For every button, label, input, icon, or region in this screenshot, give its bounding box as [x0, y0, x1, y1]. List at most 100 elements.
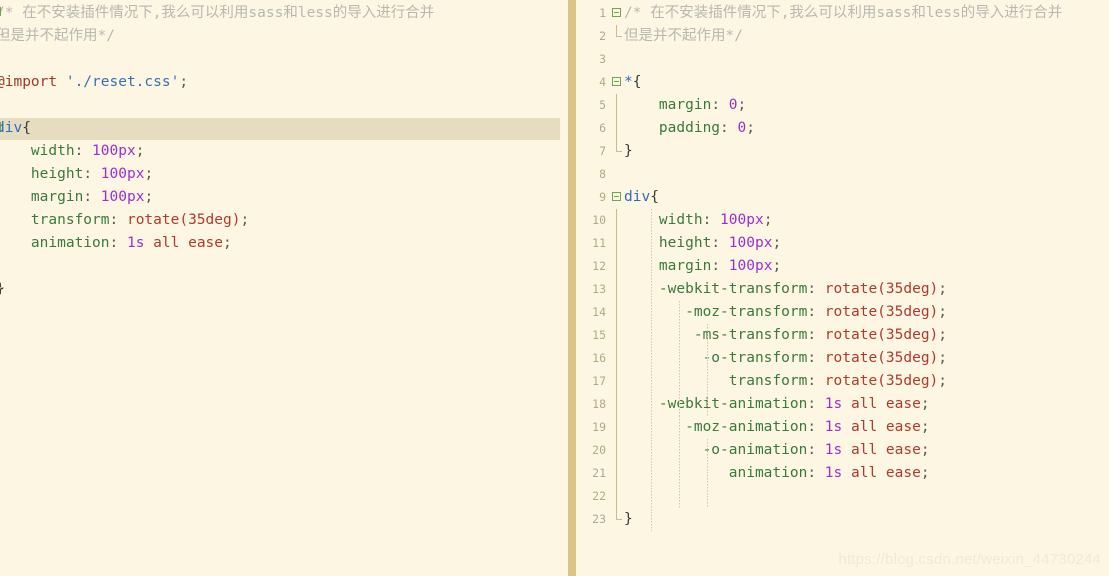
code-token: : [74, 143, 93, 159]
code-line[interactable]: } [624, 140, 633, 163]
fold-guide-line [616, 347, 617, 370]
code-token: ; [772, 235, 782, 251]
code-line[interactable]: } [624, 508, 633, 531]
code-token: : [807, 419, 825, 435]
code-token: } [624, 511, 633, 527]
fold-guide-line [616, 393, 617, 416]
fold-collapse-icon[interactable] [612, 77, 621, 86]
code-token: 0 [737, 120, 747, 136]
code-token: ; [920, 419, 930, 435]
code-token: margin [624, 97, 712, 113]
code-token: { [632, 74, 642, 90]
code-token: ; [938, 373, 948, 389]
indent-guide [651, 209, 652, 531]
code-line[interactable]: -o-transform: rotate(35deg); [624, 347, 947, 370]
code-token: 100px [728, 258, 773, 274]
code-line[interactable]: height: 100px; [0, 163, 153, 186]
code-token: : [807, 373, 825, 389]
fold-guide-line [616, 508, 617, 519]
code-token: all ease [851, 465, 921, 481]
code-token: 1s [824, 442, 843, 458]
pane-divider[interactable] [568, 0, 576, 576]
line-number: 23 [592, 512, 606, 526]
code-line[interactable]: -ms-transform: rotate(35deg); [624, 324, 947, 347]
code-line[interactable]: transform: rotate(35deg); [0, 209, 249, 232]
line-number: 2 [599, 29, 606, 43]
indent-guide [679, 301, 680, 416]
code-token: rotate(35deg) [126, 212, 241, 228]
code-line[interactable]: width: 100px; [0, 140, 145, 163]
left-editor-pane[interactable]: /* 在不安装插件情况下,我么可以利用sass和less的导入进行合并 但是并不起… [0, 0, 568, 576]
code-token: 1s [126, 235, 145, 251]
line-number: 15 [592, 328, 606, 342]
code-token: : [711, 258, 729, 274]
fold-collapse-icon[interactable] [612, 8, 621, 17]
code-token: transform [0, 212, 110, 228]
code-token: } [624, 143, 633, 159]
code-line[interactable]: div{ [624, 186, 659, 209]
code-token: ; [938, 304, 948, 320]
code-line[interactable]: -moz-transform: rotate(35deg); [624, 301, 947, 324]
code-token: ; [938, 350, 948, 366]
code-line[interactable]: -webkit-animation: 1s all ease; [624, 393, 930, 416]
code-token: 100px [728, 235, 773, 251]
code-token: : [807, 442, 825, 458]
code-line[interactable]: /* 在不安装插件情况下,我么可以利用sass和less的导入进行合并 [0, 2, 434, 25]
code-line[interactable]: margin: 100px; [624, 255, 781, 278]
code-line[interactable]: animation: 1s all ease; [624, 462, 930, 485]
code-token: 1s [824, 419, 843, 435]
fold-end-icon[interactable] [0, 287, 4, 288]
code-token: all ease [153, 235, 224, 251]
code-token: 100px [100, 166, 145, 182]
fold-marker-icon[interactable] [0, 122, 1, 131]
code-token: ; [240, 212, 250, 228]
code-line[interactable]: } [0, 278, 5, 301]
right-editor-pane[interactable]: 1 /* 在不安装插件情况下,我么可以利用sass和less的导入进行合并 2 但是并… [576, 0, 1109, 576]
indent-guide [679, 416, 680, 508]
code-token: /* 在不安装插件情况下,我么可以利用sass和less的导入进行合并 [624, 5, 1063, 21]
code-line[interactable]: @import './reset.css'; [0, 71, 188, 94]
code-token: : [711, 97, 729, 113]
code-token: : [807, 396, 825, 412]
code-line[interactable]: -webkit-transform: rotate(35deg); [624, 278, 947, 301]
code-token: ; [920, 442, 930, 458]
code-token: all ease [851, 396, 921, 412]
code-token: animation [0, 235, 110, 251]
fold-collapse-icon[interactable] [612, 192, 621, 201]
code-token: : [83, 166, 101, 182]
fold-guide-line [616, 209, 617, 232]
code-token: 0 [728, 97, 738, 113]
code-token: ; [746, 120, 755, 136]
code-token: : [807, 350, 825, 366]
code-token: ; [179, 74, 189, 90]
code-line[interactable]: 但是并不起作用*/ [0, 25, 115, 48]
code-line[interactable]: animation: 1s all ease; [0, 232, 232, 255]
fold-marker-icon[interactable] [0, 7, 1, 16]
code-line[interactable]: div{ [0, 117, 31, 140]
code-token: ; [920, 396, 930, 412]
code-line[interactable]: width: 100px; [624, 209, 773, 232]
code-line[interactable]: margin: 100px; [0, 186, 153, 209]
code-line[interactable]: 但是并不起作用*/ [624, 25, 743, 48]
fold-guide-line [616, 462, 617, 485]
code-line[interactable]: -o-animation: 1s all ease; [624, 439, 930, 462]
fold-end-icon[interactable] [0, 34, 4, 35]
code-token: rotate(35deg) [824, 304, 939, 320]
right-code-area[interactable]: 1 /* 在不安装插件情况下,我么可以利用sass和less的导入进行合并 2 但是并… [576, 0, 1109, 576]
code-line[interactable]: transform: rotate(35deg); [624, 370, 947, 393]
code-line[interactable]: *{ [624, 71, 641, 94]
code-line[interactable]: /* 在不安装插件情况下,我么可以利用sass和less的导入进行合并 [624, 2, 1062, 25]
code-line[interactable]: margin: 0; [624, 94, 746, 117]
left-code-area[interactable]: /* 在不安装插件情况下,我么可以利用sass和less的导入进行合并 但是并不起… [0, 0, 568, 576]
code-token: div [624, 189, 651, 205]
code-line[interactable]: padding: 0; [624, 117, 755, 140]
code-line[interactable]: height: 100px; [624, 232, 781, 255]
code-token: './reset.css' [65, 74, 180, 90]
line-number: 5 [599, 98, 606, 112]
code-token: height [624, 235, 712, 251]
code-token: 100px [100, 189, 145, 205]
code-token: rotate(35deg) [824, 373, 939, 389]
fold-guide-line [616, 232, 617, 255]
code-line[interactable]: -moz-animation: 1s all ease; [624, 416, 930, 439]
line-number: 17 [592, 374, 606, 388]
